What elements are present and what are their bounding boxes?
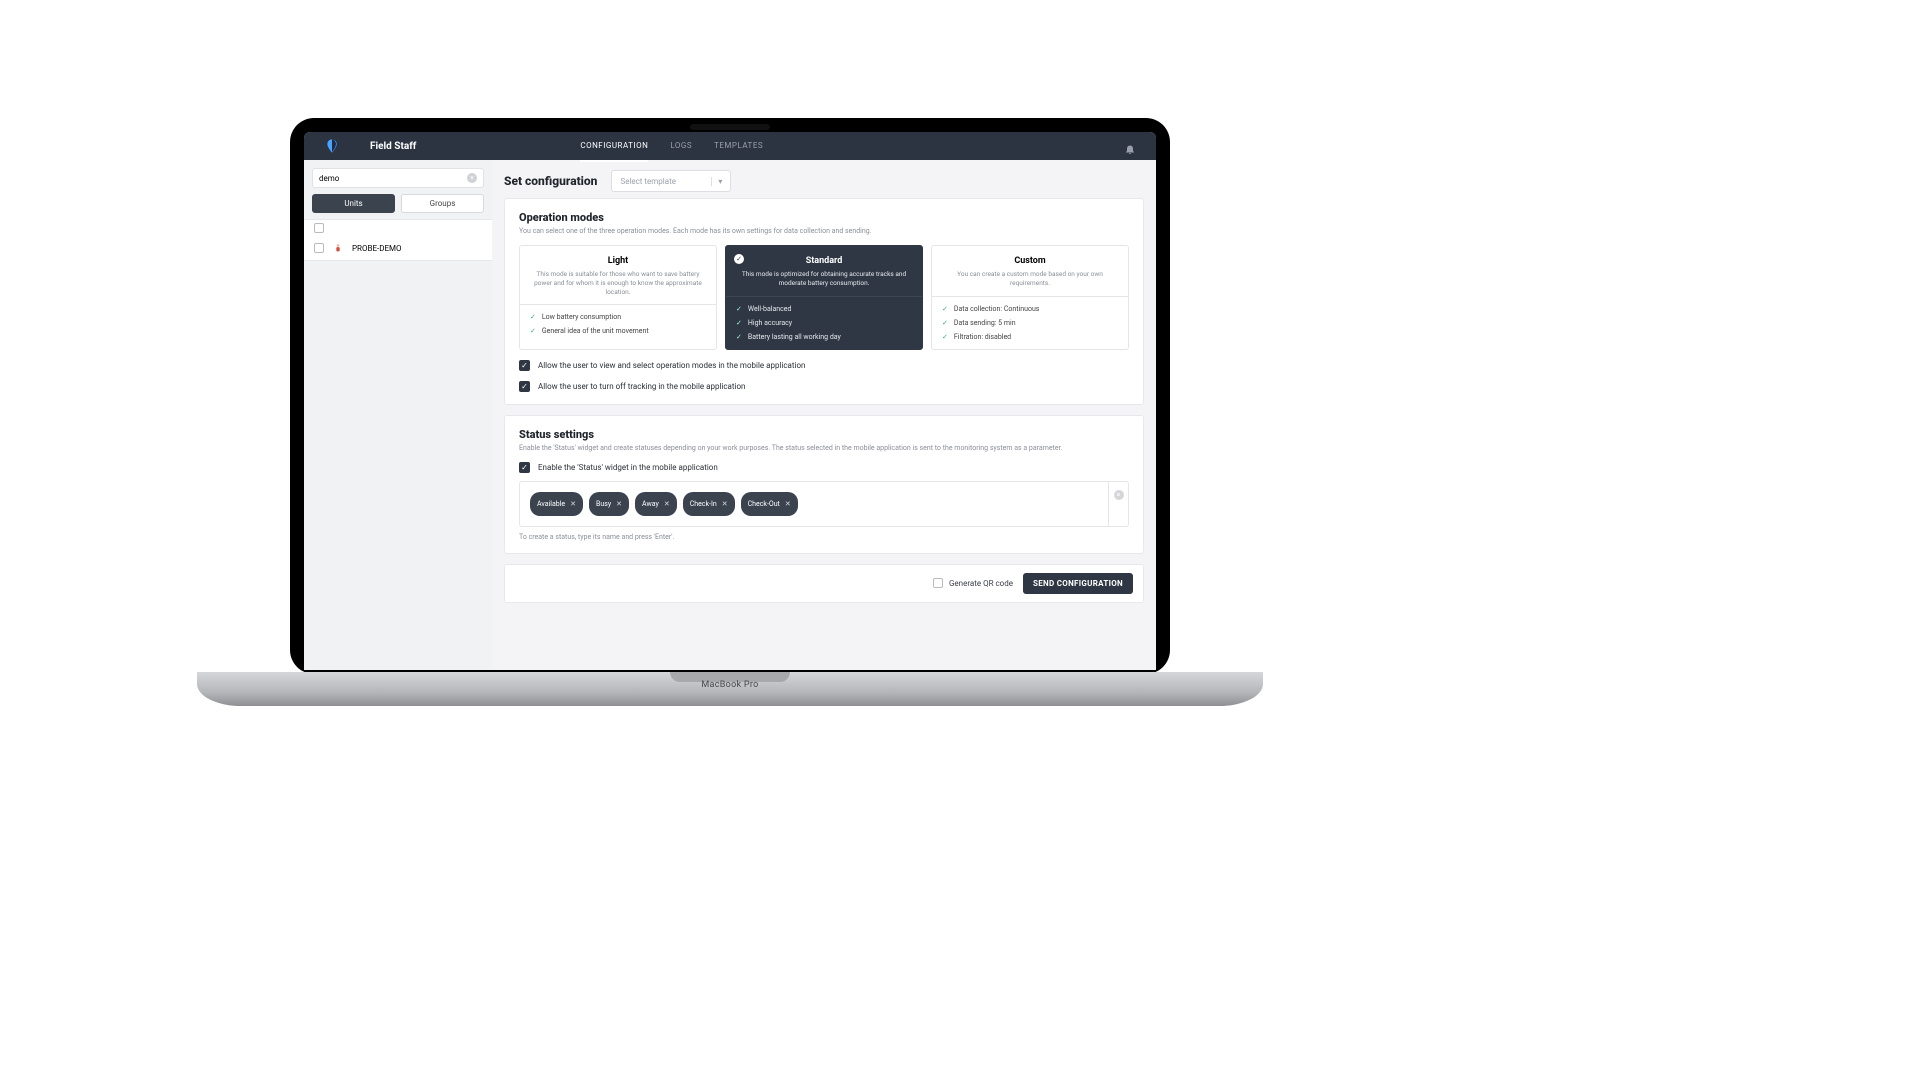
- segment-units[interactable]: Units: [312, 194, 395, 213]
- check-icon: ✓: [736, 319, 742, 327]
- mode-feature: Filtration: disabled: [954, 333, 1011, 341]
- status-tag[interactable]: Busy✕: [589, 492, 629, 516]
- chevron-down-icon: ▾: [711, 177, 722, 186]
- send-configuration-button[interactable]: SEND CONFIGURATION: [1023, 573, 1133, 594]
- app-body: × Units Groups: [304, 160, 1156, 670]
- mode-feature: Low battery consumption: [542, 313, 621, 321]
- search-input-wrap: ×: [312, 168, 484, 188]
- mode-title: Light: [532, 256, 704, 266]
- remove-tag-icon[interactable]: ✕: [722, 500, 728, 508]
- mode-desc: You can create a custom mode based on yo…: [944, 270, 1116, 288]
- mode-title: Standard: [738, 256, 910, 266]
- mode-title: Custom: [944, 256, 1116, 266]
- status-settings-panel: Status settings Enable the 'Status' widg…: [504, 415, 1144, 554]
- status-tag[interactable]: Away✕: [635, 492, 677, 516]
- check-icon: ✓: [530, 327, 536, 335]
- operation-modes-title: Operation modes: [519, 211, 1129, 224]
- allow-view-select-row[interactable]: ✓ Allow the user to view and select oper…: [519, 360, 1129, 371]
- logo-icon: [324, 138, 340, 154]
- laptop-mockup: Field Staff CONFIGURATION LOGS TEMPLATES: [290, 118, 1170, 694]
- unit-checkbox[interactable]: [314, 243, 324, 253]
- tab-templates[interactable]: TEMPLATES: [714, 132, 763, 162]
- operation-modes-panel: Operation modes You can select one of th…: [504, 198, 1144, 405]
- mode-feature: General idea of the unit movement: [542, 327, 649, 335]
- allow-turn-off-label: Allow the user to turn off tracking in t…: [538, 382, 745, 391]
- mode-card-light[interactable]: Light This mode is suitable for those wh…: [519, 245, 717, 350]
- status-settings-title: Status settings: [519, 428, 1129, 441]
- device-brand: MacBook Pro: [197, 680, 1263, 690]
- mode-card-custom[interactable]: Custom You can create a custom mode base…: [931, 245, 1129, 350]
- clear-search-icon[interactable]: ×: [467, 173, 477, 183]
- mode-feature: Battery lasting all working day: [748, 333, 841, 341]
- check-icon: ✓: [736, 333, 742, 341]
- tags-clear-rail: ×: [1108, 482, 1128, 526]
- remove-tag-icon[interactable]: ✕: [664, 500, 670, 508]
- main: Set configuration Select template ▾ Oper…: [492, 160, 1156, 670]
- page-title: Set configuration: [504, 174, 597, 188]
- nav-tabs: CONFIGURATION LOGS TEMPLATES: [580, 132, 763, 162]
- clear-tags-icon[interactable]: ×: [1114, 490, 1124, 500]
- enable-status-label: Enable the 'Status' widget in the mobile…: [538, 463, 718, 472]
- allow-turn-off-row[interactable]: ✓ Allow the user to turn off tracking in…: [519, 381, 1129, 392]
- unit-list: PROBE-DEMO: [304, 219, 492, 261]
- select-all-checkbox[interactable]: [314, 223, 324, 233]
- status-tags-input[interactable]: Available✕ Busy✕ Away✕ Check-In✕ Check-O…: [519, 481, 1129, 527]
- check-icon: ✓: [736, 305, 742, 313]
- app-name: Field Staff: [370, 141, 416, 152]
- remove-tag-icon[interactable]: ✕: [616, 500, 622, 508]
- status-tag[interactable]: Check-In✕: [683, 492, 735, 516]
- notifications-icon[interactable]: [1124, 140, 1136, 152]
- status-settings-subtitle: Enable the 'Status' widget and create st…: [519, 444, 1129, 452]
- segment-groups[interactable]: Groups: [401, 194, 484, 213]
- check-icon: ✓: [942, 305, 948, 313]
- status-tag[interactable]: Check-Out✕: [741, 492, 798, 516]
- mode-feature: Data collection: Continuous: [954, 305, 1040, 313]
- generate-qr-checkbox[interactable]: [933, 578, 943, 588]
- template-select[interactable]: Select template ▾: [611, 170, 731, 192]
- mode-card-standard[interactable]: ✓ Standard This mode is optimized for ob…: [725, 245, 923, 350]
- sidebar: × Units Groups: [304, 160, 492, 670]
- person-icon: [332, 240, 344, 256]
- check-icon: ✓: [530, 313, 536, 321]
- tab-logs[interactable]: LOGS: [670, 132, 692, 162]
- mode-feature: Well-balanced: [748, 305, 792, 313]
- checkbox-checked-icon: ✓: [519, 462, 530, 473]
- check-icon: ✓: [942, 333, 948, 341]
- mode-feature: High accuracy: [748, 319, 792, 327]
- mode-desc: This mode is suitable for those who want…: [532, 270, 704, 296]
- remove-tag-icon[interactable]: ✕: [570, 500, 576, 508]
- footer-bar: Generate QR code SEND CONFIGURATION: [504, 564, 1144, 603]
- selected-check-icon: ✓: [734, 254, 744, 264]
- checkbox-checked-icon: ✓: [519, 360, 530, 371]
- enable-status-row[interactable]: ✓ Enable the 'Status' widget in the mobi…: [519, 462, 1129, 473]
- template-select-placeholder: Select template: [620, 177, 676, 186]
- remove-tag-icon[interactable]: ✕: [785, 500, 791, 508]
- mode-feature: Data sending: 5 min: [954, 319, 1016, 327]
- app-header: Field Staff CONFIGURATION LOGS TEMPLATES: [304, 132, 1156, 160]
- unit-list-header: [304, 220, 492, 236]
- mode-desc: This mode is optimized for obtaining acc…: [738, 270, 910, 288]
- status-hint: To create a status, type its name and pr…: [519, 533, 1129, 541]
- checkbox-checked-icon: ✓: [519, 381, 530, 392]
- camera-notch: [690, 124, 770, 130]
- tab-configuration[interactable]: CONFIGURATION: [580, 132, 648, 162]
- app-screen: Field Staff CONFIGURATION LOGS TEMPLATES: [304, 132, 1156, 670]
- check-icon: ✓: [942, 319, 948, 327]
- operation-modes-subtitle: You can select one of the three operatio…: [519, 227, 1129, 235]
- generate-qr-row[interactable]: Generate QR code: [933, 578, 1013, 588]
- search-input[interactable]: [319, 174, 461, 183]
- screen-bezel: Field Staff CONFIGURATION LOGS TEMPLATES: [290, 118, 1170, 674]
- main-header: Set configuration Select template ▾: [492, 160, 1156, 198]
- unit-row[interactable]: PROBE-DEMO: [304, 236, 492, 260]
- status-tag[interactable]: Available✕: [530, 492, 583, 516]
- allow-view-select-label: Allow the user to view and select operat…: [538, 361, 805, 370]
- unit-name: PROBE-DEMO: [352, 244, 402, 253]
- segment-control: Units Groups: [304, 194, 492, 219]
- laptop-base: MacBook Pro: [197, 672, 1263, 706]
- generate-qr-label: Generate QR code: [949, 579, 1013, 588]
- modes-row: Light This mode is suitable for those wh…: [519, 245, 1129, 350]
